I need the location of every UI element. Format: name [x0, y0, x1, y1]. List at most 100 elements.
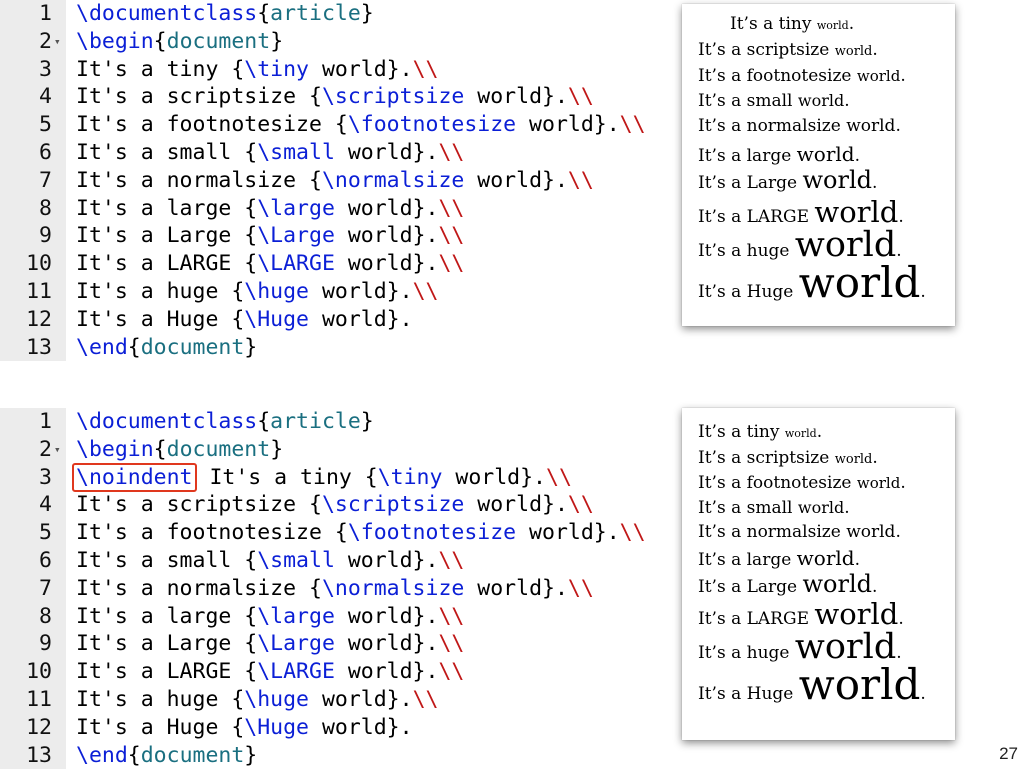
preview-prefix: It’s a huge: [698, 241, 795, 261]
code-line[interactable]: 10 It's a LARGE {\LARGE world}.\\: [0, 658, 660, 686]
preview-word: world: [802, 570, 873, 598]
code-text[interactable]: It's a footnotesize {\footnotesize world…: [76, 111, 646, 139]
fold-arrow-icon[interactable]: ▾: [54, 436, 61, 464]
preview-line: It’s a small world.: [698, 500, 850, 517]
code-editor-bottom[interactable]: 1 \documentclass{article} 2 ▾ \begin{documen…: [0, 408, 660, 769]
code-token: \Huge: [244, 714, 310, 740]
code-text[interactable]: It's a huge {\huge world}.\\: [76, 686, 438, 714]
code-line[interactable]: 9 It's a Large {\Large world}.\\: [0, 630, 660, 659]
code-text[interactable]: It's a scriptsize {\scriptsize world}.\\: [76, 491, 594, 519]
line-gutter: 6: [0, 546, 66, 575]
code-line[interactable]: 8 It's a large {\large world}.\\: [0, 602, 660, 631]
code-token: \\: [438, 631, 465, 657]
code-text[interactable]: It's a large {\large world}.\\: [76, 195, 464, 223]
code-text[interactable]: \end{document}: [76, 742, 257, 769]
code-text[interactable]: It's a huge {\huge world}.\\: [76, 278, 438, 306]
code-line[interactable]: 3 \noindent It's a tiny {\tiny world}.\\: [0, 462, 660, 492]
code-text[interactable]: It's a small {\small world}.\\: [76, 139, 464, 167]
line-number: 1: [39, 409, 52, 434]
code-text[interactable]: \end{document}: [76, 334, 257, 362]
preview-line: It’s a normalsize world.: [698, 118, 901, 135]
preview-prefix: It’s a small: [698, 498, 798, 518]
code-line[interactable]: 4 It's a scriptsize {\scriptsize world}.\…: [0, 491, 660, 520]
code-token: It's a huge {: [76, 686, 245, 712]
code-token: world}.: [334, 631, 439, 657]
preview-word: world: [834, 44, 873, 59]
code-line[interactable]: 6 It's a small {\small world}.\\: [0, 546, 660, 575]
code-line[interactable]: 7 It's a normalsize {\normalsize world}.\…: [0, 166, 660, 195]
code-text[interactable]: \documentclass{article}: [76, 408, 374, 436]
code-line[interactable]: 12 It's a Huge {\Huge world}.: [0, 305, 660, 334]
code-line[interactable]: 6 It's a small {\small world}.\\: [0, 138, 660, 167]
code-text[interactable]: It's a scriptsize {\scriptsize world}.\\: [76, 83, 594, 111]
code-token: \tiny: [377, 464, 443, 490]
code-text[interactable]: It's a normalsize {\normalsize world}.\\: [76, 575, 594, 603]
code-line[interactable]: 11 It's a huge {\huge world}.\\: [0, 277, 660, 306]
code-line[interactable]: 2 ▾ \begin{document}: [0, 27, 660, 56]
code-line[interactable]: 1 \documentclass{article}: [0, 408, 660, 436]
code-line[interactable]: 1 \documentclass{article}: [0, 0, 660, 28]
code-text[interactable]: \noindent It's a tiny {\tiny world}.\\: [72, 462, 572, 492]
code-line[interactable]: 9 It's a Large {\Large world}.\\: [0, 222, 660, 251]
code-token: It's a tiny {: [196, 464, 378, 490]
preview-line: It’s a large world.: [698, 144, 860, 165]
line-gutter: 2 ▾: [0, 27, 66, 56]
line-gutter: 12: [0, 305, 66, 334]
code-token: \documentclass: [76, 1, 258, 26]
fold-arrow-icon[interactable]: ▾: [54, 28, 61, 56]
code-line[interactable]: 5 It's a footnotesize {\footnotesize worl…: [0, 111, 660, 139]
code-text[interactable]: It's a LARGE {\LARGE world}.\\: [76, 250, 464, 278]
preview-prefix: It’s a small: [698, 91, 798, 111]
code-text[interactable]: \begin{document}: [76, 28, 283, 56]
code-token: world}.: [334, 659, 439, 685]
code-line[interactable]: 3 It's a tiny {\tiny world}.\\: [0, 55, 660, 84]
code-text[interactable]: It's a normalsize {\normalsize world}.\\: [76, 167, 594, 195]
code-line[interactable]: 2 ▾ \begin{document}: [0, 435, 660, 464]
code-token: {: [127, 742, 141, 768]
code-token: \Large: [257, 631, 335, 657]
code-text[interactable]: It's a large {\large world}.\\: [76, 603, 464, 631]
preview-suffix: .: [900, 473, 906, 493]
code-line[interactable]: 7 It's a normalsize {\normalsize world}.\…: [0, 574, 660, 603]
preview-prefix: It’s a large: [698, 146, 797, 166]
code-line[interactable]: 12 It's a Huge {\Huge world}.: [0, 713, 660, 742]
code-token: \normalsize: [321, 575, 465, 601]
code-text[interactable]: It's a Large {\Large world}.\\: [76, 630, 464, 658]
code-line[interactable]: 8 It's a large {\large world}.\\: [0, 194, 660, 223]
code-token: It's a normalsize {: [76, 167, 322, 193]
code-line[interactable]: 13 \end{document}: [0, 333, 660, 362]
code-token: world}.: [309, 278, 413, 304]
line-number: 10: [26, 659, 52, 685]
code-text[interactable]: It's a tiny {\tiny world}.\\: [76, 56, 438, 84]
code-line[interactable]: 5 It's a footnotesize {\footnotesize worl…: [0, 519, 660, 547]
code-text[interactable]: \begin{document}: [76, 436, 283, 464]
code-line[interactable]: 11 It's a huge {\huge world}.\\: [0, 685, 660, 714]
code-token: \LARGE: [257, 659, 335, 685]
code-token: {: [257, 1, 271, 26]
code-text[interactable]: It's a Huge {\Huge world}.: [76, 306, 413, 334]
code-text[interactable]: \documentclass{article}: [76, 0, 374, 28]
code-line[interactable]: 4 It's a scriptsize {\scriptsize world}.\…: [0, 83, 660, 112]
code-token: \\: [567, 167, 594, 193]
code-token: It's a Huge {: [76, 714, 245, 740]
preview-word: world: [797, 498, 845, 517]
code-token: \huge: [244, 278, 310, 304]
code-token: \begin: [76, 28, 154, 54]
code-editor-top[interactable]: 1 \documentclass{article} 2 ▾ \begin{documen…: [0, 0, 660, 362]
code-token: world}.: [334, 195, 439, 221]
preview-suffix: .: [920, 684, 926, 704]
code-text[interactable]: It's a Large {\Large world}.\\: [76, 222, 464, 250]
preview-line: It’s a tiny world.: [698, 424, 822, 441]
line-number: 2: [39, 28, 52, 54]
line-number: 5: [39, 520, 52, 546]
code-line[interactable]: 13 \end{document}: [0, 741, 660, 769]
code-text[interactable]: It's a footnotesize {\footnotesize world…: [76, 519, 646, 547]
line-gutter: 4: [0, 491, 66, 520]
line-number: 6: [39, 547, 52, 573]
code-token: It's a Large {: [76, 223, 258, 249]
code-text[interactable]: It's a small {\small world}.\\: [76, 547, 464, 575]
code-token: \normalsize: [321, 167, 465, 193]
code-text[interactable]: It's a LARGE {\LARGE world}.\\: [76, 658, 464, 686]
code-text[interactable]: It's a Huge {\Huge world}.: [76, 714, 413, 742]
code-line[interactable]: 10 It's a LARGE {\LARGE world}.\\: [0, 250, 660, 278]
